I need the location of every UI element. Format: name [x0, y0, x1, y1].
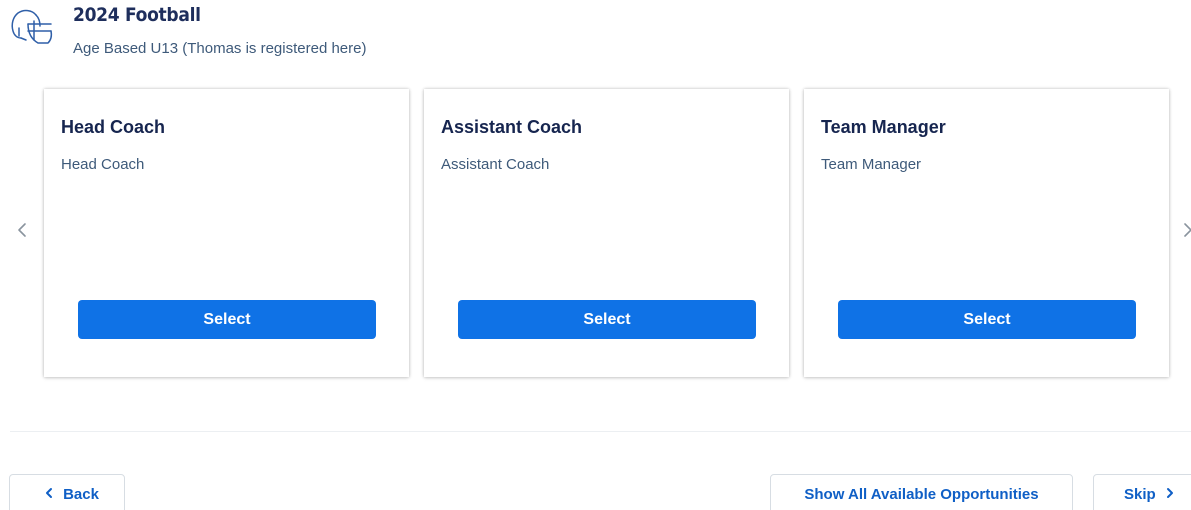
card-description: Assistant Coach — [441, 156, 550, 173]
program-header: 2024 Football Age Based U13 (Thomas is r… — [0, 0, 1191, 80]
card-title: Assistant Coach — [441, 117, 583, 137]
football-helmet-icon — [6, 6, 54, 46]
select-button[interactable]: Select — [838, 300, 1136, 339]
show-all-label: Show All Available Opportunities — [804, 486, 1039, 503]
chevron-left-icon — [17, 222, 27, 243]
footer-divider — [10, 431, 1191, 432]
card-title: Team Manager — [821, 117, 946, 137]
carousel-next-button[interactable] — [1176, 220, 1191, 244]
skip-button[interactable]: Skip — [1093, 474, 1191, 510]
chevron-left-icon — [45, 486, 53, 503]
select-button[interactable]: Select — [458, 300, 756, 339]
card-description: Team Manager — [821, 156, 922, 173]
show-all-opportunities-button[interactable]: Show All Available Opportunities — [770, 474, 1073, 510]
program-subtitle: Age Based U13 (Thomas is registered here… — [73, 40, 367, 57]
back-label: Back — [63, 486, 99, 503]
card-description: Head Coach — [61, 156, 145, 173]
chevron-right-icon — [1183, 222, 1191, 243]
chevron-right-icon — [1166, 486, 1174, 503]
opportunity-card-assistant-coach: Assistant Coach Assistant Coach Select — [424, 89, 789, 377]
back-button[interactable]: Back — [9, 474, 125, 510]
skip-label: Skip — [1124, 486, 1156, 503]
page-title: 2024 Football — [73, 4, 201, 26]
carousel-prev-button[interactable] — [10, 220, 34, 244]
opportunity-card-head-coach: Head Coach Head Coach Select — [44, 89, 409, 377]
card-title: Head Coach — [61, 117, 166, 137]
opportunity-card-team-manager: Team Manager Team Manager Select — [804, 89, 1169, 377]
page: 2024 Football Age Based U13 (Thomas is r… — [0, 0, 1191, 510]
select-button[interactable]: Select — [78, 300, 376, 339]
